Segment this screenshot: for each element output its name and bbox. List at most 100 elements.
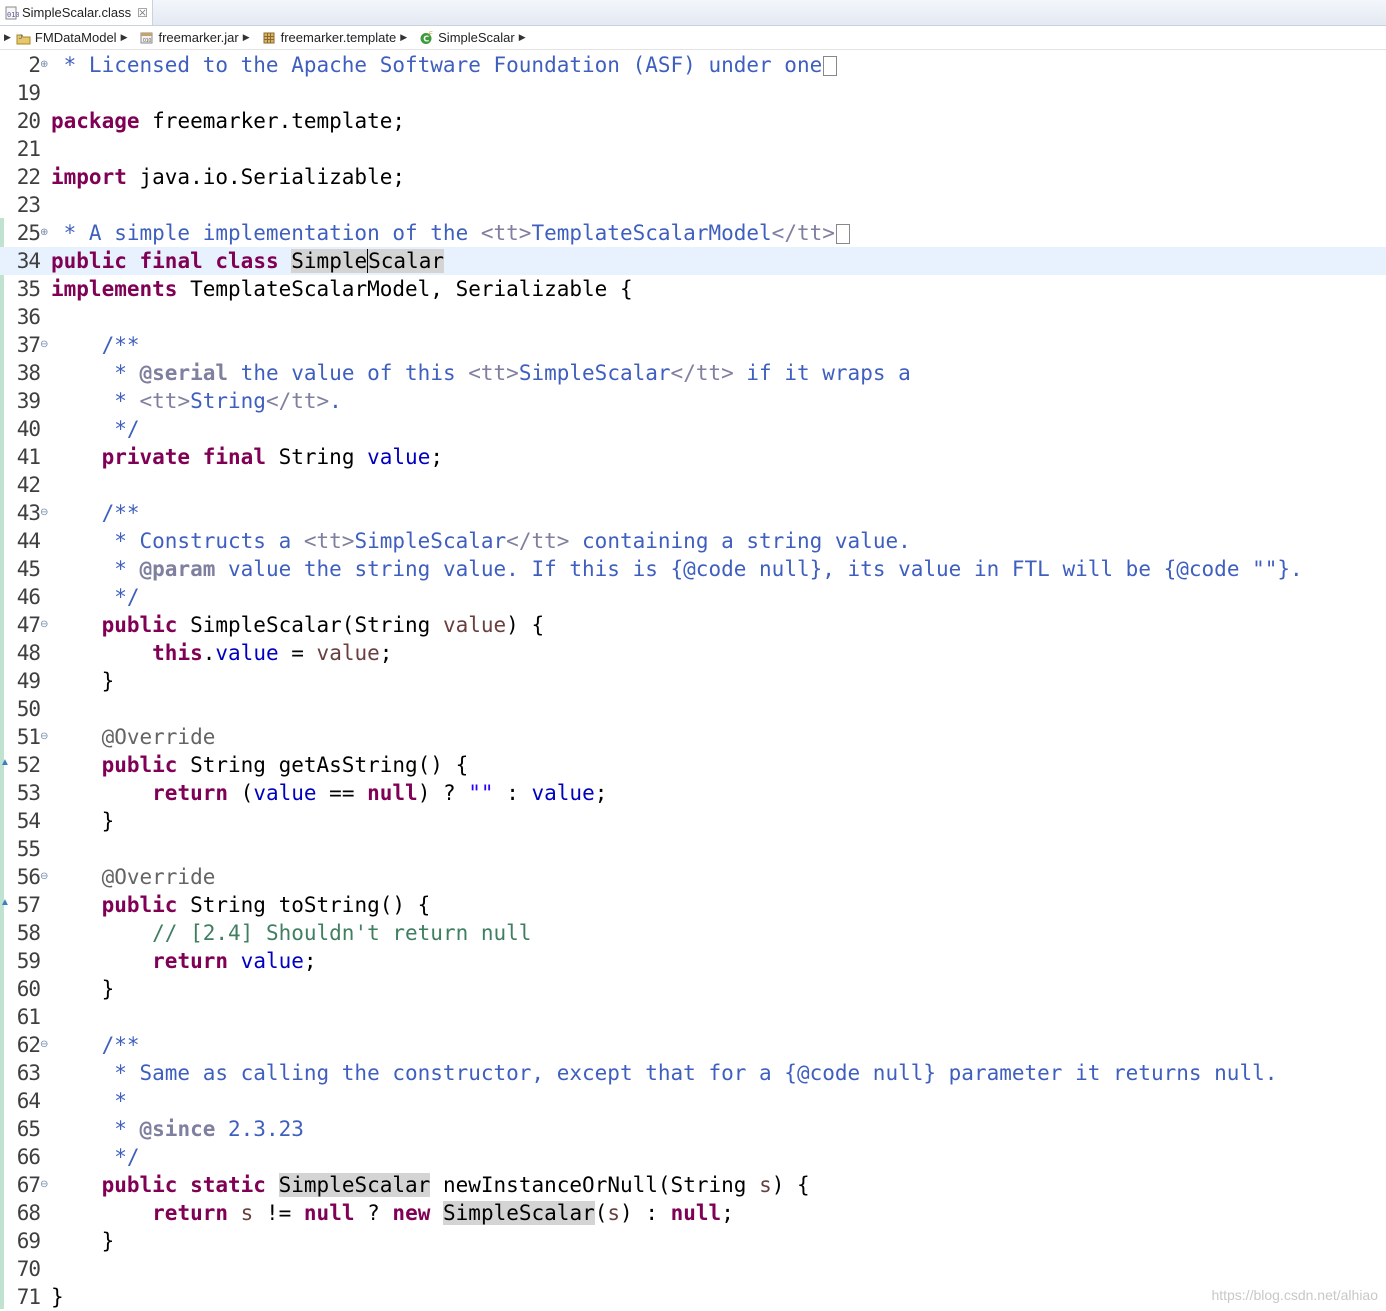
- code-text: return value;: [152, 949, 317, 973]
- code-line[interactable]: 56 ⊖ @Override: [0, 863, 1386, 891]
- expand-fold-icon[interactable]: ⊕: [40, 219, 49, 247]
- breadcrumb-item-class[interactable]: C F SimpleScalar ▶: [419, 30, 531, 45]
- code-line[interactable]: 41 private final String value;: [0, 443, 1386, 471]
- code-text: /**: [101, 501, 140, 525]
- line-number: 23: [16, 193, 41, 217]
- code-text: import java.io.Serializable;: [51, 165, 406, 189]
- code-line[interactable]: 61: [0, 1003, 1386, 1031]
- code-line[interactable]: 49 }: [0, 667, 1386, 695]
- code-line[interactable]: 71}: [0, 1283, 1386, 1311]
- code-line[interactable]: 53 return (value == null) ? "" : value;: [0, 779, 1386, 807]
- breadcrumb-item-project[interactable]: J FMDataModel ▶: [16, 30, 133, 45]
- code-line[interactable]: 62 ⊖ /**: [0, 1031, 1386, 1059]
- line-number: 38: [16, 361, 41, 385]
- line-number: 42: [16, 473, 41, 497]
- svg-text:F: F: [429, 32, 433, 38]
- code-line[interactable]: 2 ⊕ * Licensed to the Apache Software Fou…: [0, 51, 1386, 79]
- tab-close-icon[interactable]: ☒: [137, 6, 148, 20]
- code-text: * Licensed to the Apache Software Founda…: [51, 51, 838, 79]
- code-line[interactable]: 46 */: [0, 583, 1386, 611]
- code-text: }: [51, 1229, 115, 1253]
- code-editor[interactable]: ▲ ▲ 2 ⊕ * Licensed to the Apache Software…: [0, 50, 1386, 1309]
- code-line[interactable]: 35 implements TemplateScalarModel, Serial…: [0, 275, 1386, 303]
- code-line[interactable]: 47 ⊖ public SimpleScalar(String value) {: [0, 611, 1386, 639]
- code-line[interactable]: 69 }: [0, 1227, 1386, 1255]
- code-text: }: [51, 1285, 64, 1309]
- code-line[interactable]: 36: [0, 303, 1386, 331]
- breadcrumb-arrow-icon[interactable]: ▶: [243, 32, 250, 43]
- code-line[interactable]: 25 ⊕ * A simple implementation of the <tt…: [0, 219, 1386, 247]
- code-line[interactable]: 22 import java.io.Serializable;: [0, 163, 1386, 191]
- line-number: 36: [16, 305, 41, 329]
- code-line[interactable]: 54 }: [0, 807, 1386, 835]
- code-text: * @since 2.3.23: [51, 1117, 304, 1141]
- code-line[interactable]: 21: [0, 135, 1386, 163]
- breadcrumb-item-jar[interactable]: 010 freemarker.jar ▶: [139, 30, 254, 45]
- code-line[interactable]: 19: [0, 79, 1386, 107]
- code-line[interactable]: 48 this.value = value;: [0, 639, 1386, 667]
- line-number: 25: [16, 221, 41, 245]
- code-line[interactable]: 34 public final class SimpleScalar: [0, 247, 1386, 275]
- code-line[interactable]: 20 package freemarker.template;: [0, 107, 1386, 135]
- package-icon: [262, 31, 277, 45]
- breadcrumb-arrow-icon[interactable]: ▶: [121, 32, 128, 43]
- code-line[interactable]: 40 */: [0, 415, 1386, 443]
- code-text: // [2.4] Shouldn't return null: [152, 921, 532, 945]
- code-line[interactable]: 45 * @param value the string value. If t…: [0, 555, 1386, 583]
- line-number: 40: [16, 417, 41, 441]
- svg-text:J: J: [19, 35, 22, 41]
- line-number: 46: [16, 585, 41, 609]
- collapse-fold-icon[interactable]: ⊖: [40, 1031, 49, 1059]
- code-text: return s != null ? new SimpleScalar(s) :…: [152, 1201, 734, 1225]
- line-number: 19: [16, 81, 41, 105]
- code-line[interactable]: 65 * @since 2.3.23: [0, 1115, 1386, 1143]
- code-line[interactable]: 38 * @serial the value of this <tt>Simpl…: [0, 359, 1386, 387]
- collapse-fold-icon[interactable]: ⊖: [40, 723, 49, 751]
- code-line[interactable]: 59 return value;: [0, 947, 1386, 975]
- code-text: @Override: [101, 865, 216, 889]
- watermark: https://blog.csdn.net/alhiao: [1211, 1287, 1378, 1303]
- code-text: * Constructs a <tt>SimpleScalar</tt> con…: [51, 529, 911, 553]
- code-line[interactable]: 42: [0, 471, 1386, 499]
- code-line[interactable]: 51 ⊖ @Override: [0, 723, 1386, 751]
- code-line[interactable]: 58 // [2.4] Shouldn't return null: [0, 919, 1386, 947]
- code-text: return (value == null) ? "" : value;: [152, 781, 608, 805]
- breadcrumb-item-package[interactable]: freemarker.template ▶: [262, 30, 413, 45]
- code-text: public String toString() {: [101, 893, 431, 917]
- code-line[interactable]: 67 ⊖ public static SimpleScalar newInstan…: [0, 1171, 1386, 1199]
- code-line[interactable]: 37 ⊖ /**: [0, 331, 1386, 359]
- editor-tab-bar: 010 SimpleScalar.class ☒: [0, 0, 1386, 26]
- breadcrumb-arrow-icon[interactable]: ▶: [519, 32, 526, 43]
- code-line[interactable]: 39 * <tt>String</tt>.: [0, 387, 1386, 415]
- breadcrumb-arrow-icon[interactable]: ▶: [4, 32, 11, 43]
- code-text: *: [51, 1089, 127, 1113]
- collapse-fold-icon[interactable]: ⊖: [40, 331, 49, 359]
- code-line[interactable]: 64 *: [0, 1087, 1386, 1115]
- line-number: 37: [16, 333, 41, 357]
- code-line[interactable]: 43 ⊖ /**: [0, 499, 1386, 527]
- editor-tab[interactable]: 010 SimpleScalar.class ☒: [0, 0, 153, 25]
- code-line[interactable]: 50: [0, 695, 1386, 723]
- code-text: @Override: [101, 725, 216, 749]
- code-line[interactable]: 68 return s != null ? new SimpleScalar(s…: [0, 1199, 1386, 1227]
- code-line[interactable]: 44 * Constructs a <tt>SimpleScalar</tt> …: [0, 527, 1386, 555]
- expand-fold-icon[interactable]: ⊕: [40, 51, 49, 79]
- collapse-fold-icon[interactable]: ⊖: [40, 499, 49, 527]
- code-line[interactable]: 57 public String toString() {: [0, 891, 1386, 919]
- code-line[interactable]: 66 */: [0, 1143, 1386, 1171]
- collapse-fold-icon[interactable]: ⊖: [40, 1171, 49, 1199]
- code-line[interactable]: 70: [0, 1255, 1386, 1283]
- line-number: 20: [16, 109, 41, 133]
- line-number: 54: [16, 809, 41, 833]
- code-text: * Same as calling the constructor, excep…: [51, 1061, 1278, 1085]
- code-line[interactable]: 60 }: [0, 975, 1386, 1003]
- line-number: 70: [16, 1257, 41, 1281]
- collapse-fold-icon[interactable]: ⊖: [40, 863, 49, 891]
- code-line[interactable]: 63 * Same as calling the constructor, ex…: [0, 1059, 1386, 1087]
- code-line[interactable]: 23: [0, 191, 1386, 219]
- code-line[interactable]: 55: [0, 835, 1386, 863]
- breadcrumb-arrow-icon[interactable]: ▶: [400, 32, 407, 43]
- collapse-fold-icon[interactable]: ⊖: [40, 611, 49, 639]
- code-text: implements TemplateScalarModel, Serializ…: [51, 277, 633, 301]
- code-line[interactable]: 52 public String getAsString() {: [0, 751, 1386, 779]
